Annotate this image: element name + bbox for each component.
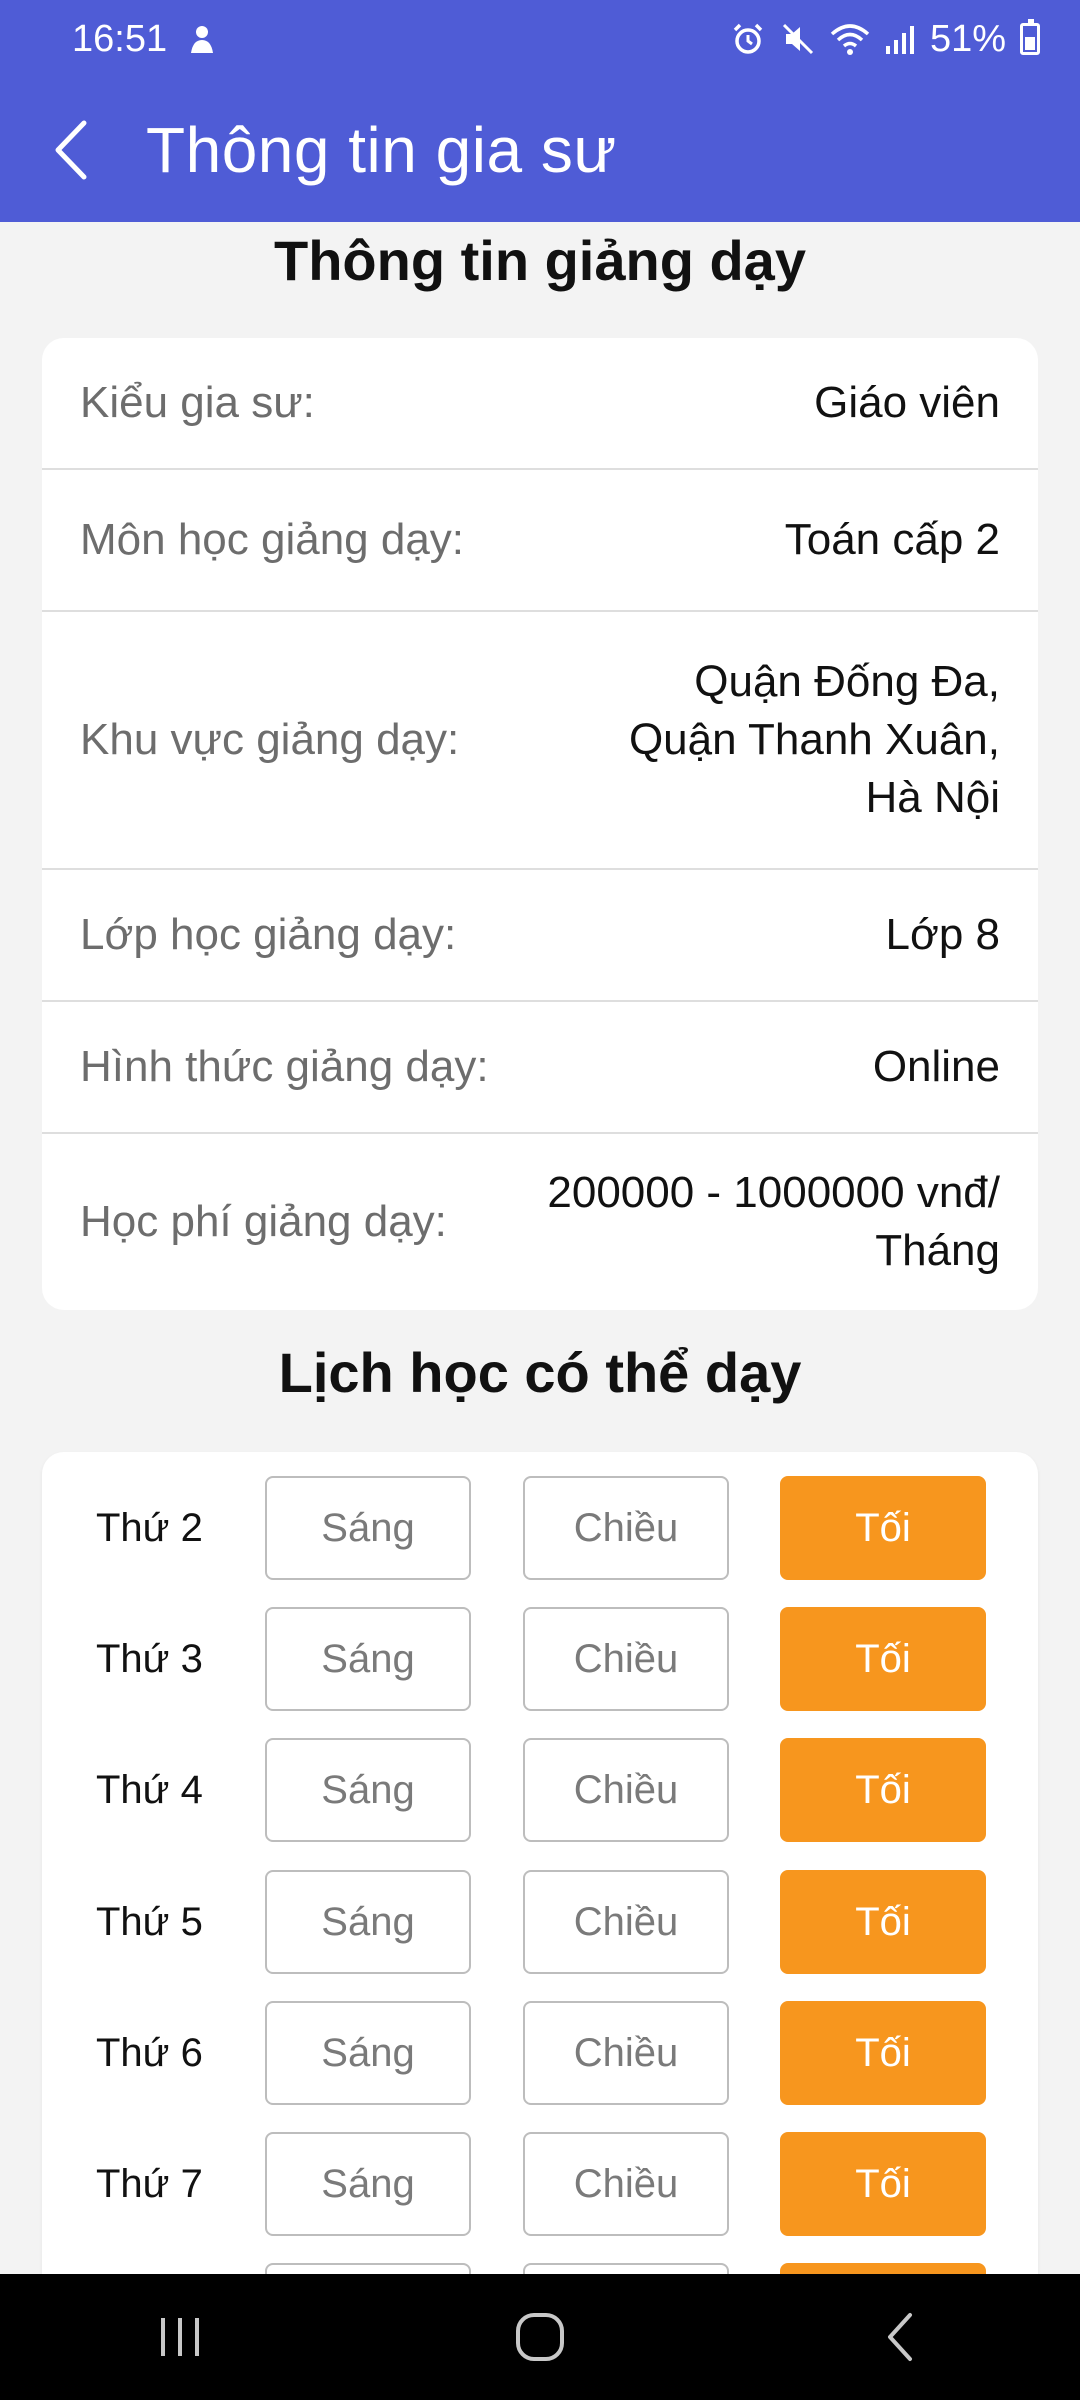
title-bar: Thông tin gia sư [0, 90, 1080, 210]
slot-evening[interactable]: Tối [780, 2001, 986, 2105]
slot-morning[interactable]: Sáng [265, 2001, 471, 2105]
info-value-line: Giáo viên [814, 378, 1000, 427]
slot-afternoon[interactable]: Chiều [523, 2132, 729, 2236]
slot-morning[interactable]: Sáng [265, 2132, 471, 2236]
system-nav-bar [0, 2274, 1080, 2400]
schedule-card: Thứ 2 Sáng Chiều Tối Thứ 3 Sáng Chiều Tố… [42, 1452, 1038, 2400]
recent-apps-button[interactable] [120, 2287, 240, 2387]
nav-back-icon [888, 2313, 912, 2361]
teaching-info-title: Thông tin giảng dạy [274, 229, 806, 292]
status-bar: 16:51 51% [0, 0, 1080, 78]
info-value-line: Lớp 8 [885, 910, 1001, 959]
page-title: Thông tin gia sư [146, 114, 617, 186]
info-row-tutor-type: Kiểu gia sư: Giáo viên [42, 338, 1038, 470]
info-value: 200000 - 1000000 vnđ/ Tháng [547, 1164, 1000, 1280]
info-value-line: Toán cấp 2 [784, 515, 1000, 564]
info-value-line: Hà Nội [865, 773, 1001, 822]
info-label: Khu vực giảng dạy: [80, 715, 460, 764]
battery-percent: 51% [929, 17, 1006, 60]
slot-afternoon[interactable]: Chiều [523, 1738, 729, 1842]
slot-afternoon[interactable]: Chiều [523, 1476, 729, 1580]
day-label: Thứ 5 [96, 1899, 203, 1944]
info-value-line: Tháng [875, 1226, 1000, 1275]
day-label: Thứ 6 [96, 2030, 203, 2075]
slot-afternoon[interactable]: Chiều [523, 2001, 729, 2105]
app-bar: 16:51 51% Thông tin gia sư [0, 0, 1080, 222]
recent-apps-icon [161, 2318, 199, 2356]
schedule-row: Thứ 7 Sáng Chiều Tối [42, 2132, 1038, 2236]
home-button[interactable] [480, 2287, 600, 2387]
info-row-format: Hình thức giảng dạy: Online [42, 1002, 1038, 1134]
slot-morning[interactable]: Sáng [265, 1476, 471, 1580]
info-label: Học phí giảng dạy: [80, 1197, 447, 1246]
status-time: 16:51 [72, 17, 168, 60]
schedule-title: Lịch học có thể dạy [278, 1341, 802, 1404]
day-label: Thứ 7 [96, 2161, 203, 2206]
alarm-icon [730, 21, 766, 57]
slot-morning[interactable]: Sáng [265, 1607, 471, 1711]
info-value: Quận Đống Đa, Quận Thanh Xuân, Hà Nội [629, 653, 1000, 827]
info-value-line: Quận Thanh Xuân, [628, 715, 1000, 764]
info-value: Toán cấp 2 [785, 511, 1000, 569]
day-label: Thứ 4 [96, 1767, 203, 1812]
schedule-row: Thứ 5 Sáng Chiều Tối [42, 1870, 1038, 1974]
home-icon [516, 2313, 564, 2361]
info-row-grade: Lớp học giảng dạy: Lớp 8 [42, 870, 1038, 1002]
day-label: Thứ 3 [96, 1636, 203, 1681]
slot-afternoon[interactable]: Chiều [523, 1870, 729, 1974]
mute-icon [780, 21, 816, 57]
teaching-info-card: Kiểu gia sư: Giáo viên Môn học giảng dạy… [42, 338, 1038, 1310]
info-label: Hình thức giảng dạy: [80, 1042, 489, 1091]
battery-icon [1020, 19, 1040, 55]
back-button[interactable] [12, 90, 132, 210]
nav-back-button[interactable] [840, 2287, 960, 2387]
info-value: Online [873, 1038, 1000, 1096]
slot-evening[interactable]: Tối [780, 1738, 986, 1842]
slot-afternoon[interactable]: Chiều [523, 1607, 729, 1711]
day-label: Thứ 2 [96, 1505, 203, 1550]
schedule-row: Thứ 3 Sáng Chiều Tối [42, 1607, 1038, 1711]
schedule-row: Thứ 6 Sáng Chiều Tối [42, 2001, 1038, 2105]
info-value: Giáo viên [814, 374, 1000, 432]
info-label: Môn học giảng dạy: [80, 515, 465, 564]
schedule-row: Thứ 4 Sáng Chiều Tối [42, 1738, 1038, 1842]
slot-evening[interactable]: Tối [780, 2132, 986, 2236]
notification-icon [187, 23, 217, 55]
info-value-line: Online [872, 1042, 1000, 1091]
info-label: Kiểu gia sư: [80, 378, 315, 427]
info-row-fee: Học phí giảng dạy: 200000 - 1000000 vnđ/… [42, 1134, 1038, 1310]
wifi-icon [830, 22, 870, 56]
slot-evening[interactable]: Tối [780, 1476, 986, 1580]
info-row-subject: Môn học giảng dạy: Toán cấp 2 [42, 470, 1038, 612]
info-value-line: 200000 - 1000000 vnđ/ [547, 1168, 1000, 1217]
slot-morning[interactable]: Sáng [265, 1738, 471, 1842]
back-arrow-icon [55, 120, 87, 180]
info-value-line: Quận Đống Đa, [694, 657, 1000, 706]
info-value: Lớp 8 [886, 906, 1001, 964]
signal-icon [884, 24, 916, 54]
schedule-row: Thứ 2 Sáng Chiều Tối [42, 1476, 1038, 1580]
slot-evening[interactable]: Tối [780, 1607, 986, 1711]
info-row-area: Khu vực giảng dạy: Quận Đống Đa, Quận Th… [42, 612, 1038, 870]
slot-morning[interactable]: Sáng [265, 1870, 471, 1974]
info-label: Lớp học giảng dạy: [80, 910, 457, 959]
slot-evening[interactable]: Tối [780, 1870, 986, 1974]
